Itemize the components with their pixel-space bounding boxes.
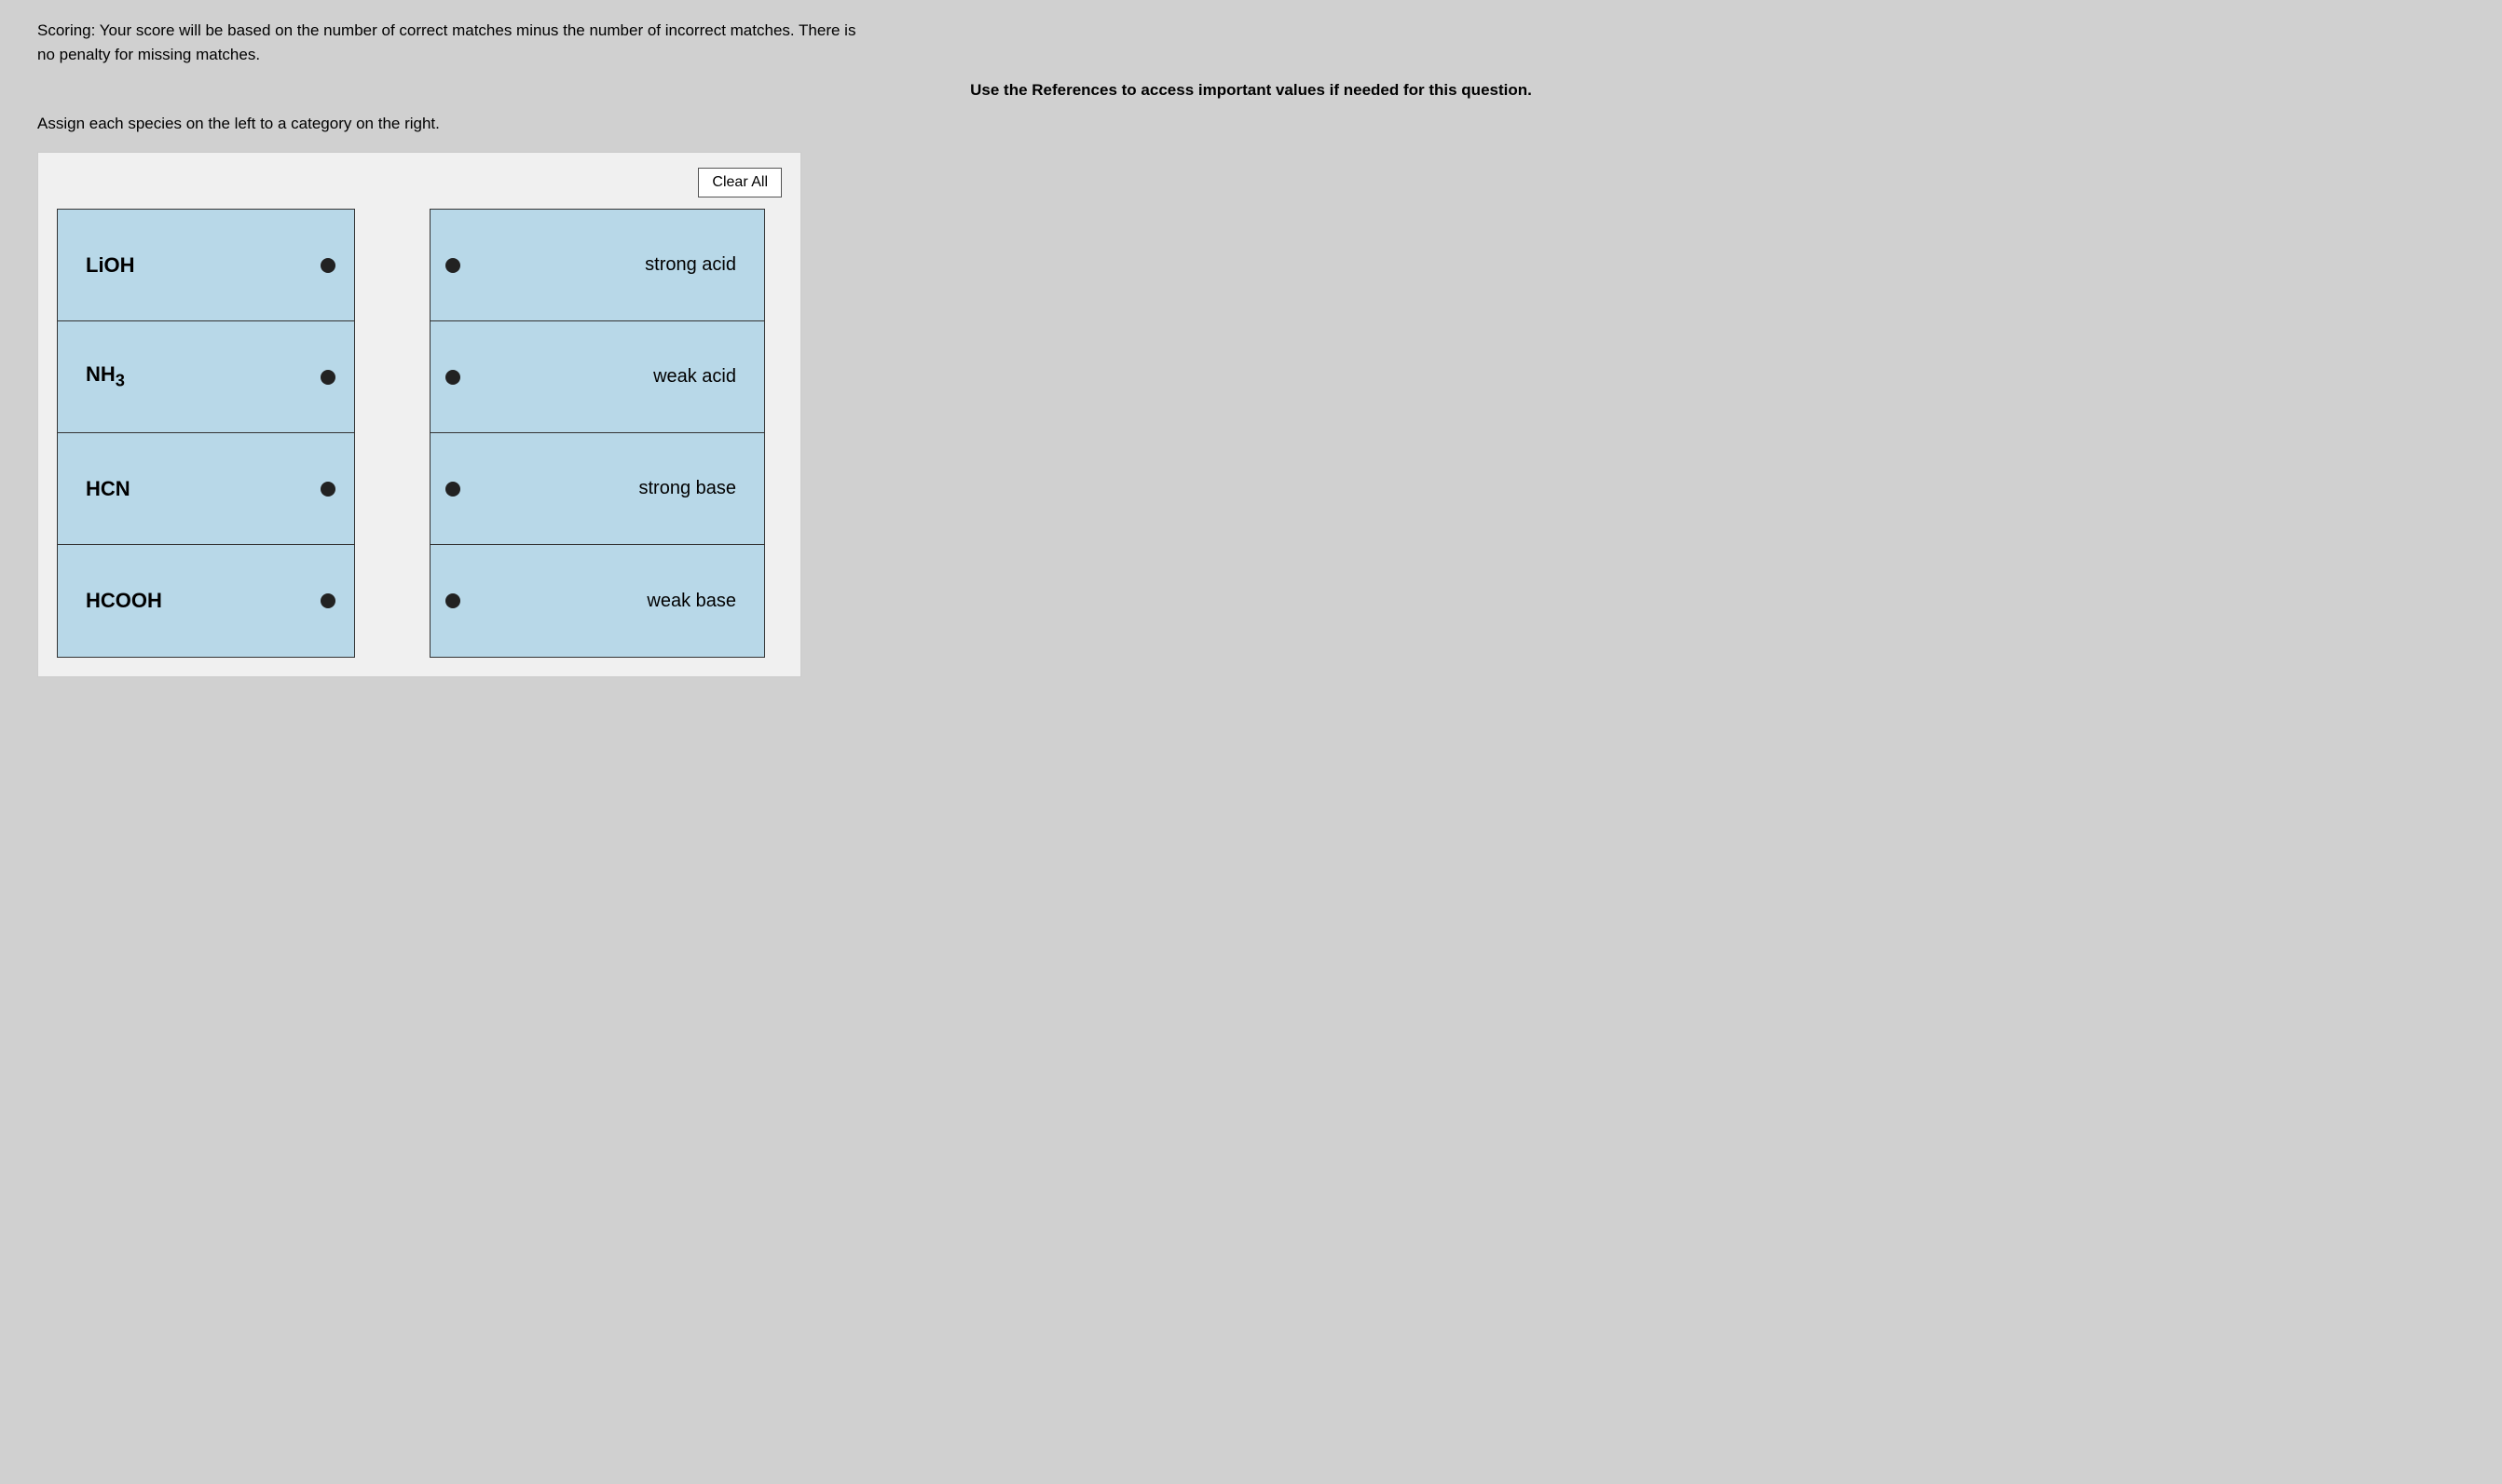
right-label-strong-base: strong base <box>638 478 736 499</box>
left-label-hcn: HCN <box>86 477 130 501</box>
instructions-text: Assign each species on the left to a cat… <box>37 115 2465 133</box>
right-dot-weak-acid <box>445 370 460 385</box>
right-label-strong-acid: strong acid <box>645 254 736 276</box>
right-dot-strong-base <box>445 482 460 497</box>
right-item-weak-base[interactable]: weak base <box>431 545 764 657</box>
clear-all-button[interactable]: Clear All <box>698 168 782 197</box>
left-dot-hcn <box>321 482 335 497</box>
right-dot-strong-acid <box>445 258 460 273</box>
scoring-text: Scoring: Your score will be based on the… <box>37 19 876 66</box>
right-item-strong-base[interactable]: strong base <box>431 433 764 545</box>
clear-all-row: Clear All <box>57 168 782 197</box>
left-column: LiOH NH3 HCN HCOOH <box>57 209 355 658</box>
left-item-hcooh[interactable]: HCOOH <box>58 545 354 657</box>
left-dot-nh3 <box>321 370 335 385</box>
matching-container: Clear All LiOH NH3 HCN HCOOH <box>37 152 801 677</box>
left-item-hcn[interactable]: HCN <box>58 433 354 545</box>
left-dot-hcooh <box>321 593 335 608</box>
right-dot-weak-base <box>445 593 460 608</box>
matching-body: LiOH NH3 HCN HCOOH strong acid <box>57 209 782 658</box>
references-text: Use the References to access important v… <box>37 81 2465 100</box>
right-item-strong-acid[interactable]: strong acid <box>431 210 764 321</box>
left-label-nh3: NH3 <box>86 362 125 390</box>
scoring-section: Scoring: Your score will be based on the… <box>37 19 2465 66</box>
right-item-weak-acid[interactable]: weak acid <box>431 321 764 433</box>
left-label-lioh: LiOH <box>86 253 135 278</box>
left-dot-lioh <box>321 258 335 273</box>
left-label-hcooh: HCOOH <box>86 589 162 613</box>
right-label-weak-acid: weak acid <box>653 366 736 388</box>
right-label-weak-base: weak base <box>647 591 736 612</box>
left-item-lioh[interactable]: LiOH <box>58 210 354 321</box>
right-column: strong acid weak acid strong base weak b… <box>430 209 765 658</box>
left-item-nh3[interactable]: NH3 <box>58 321 354 433</box>
